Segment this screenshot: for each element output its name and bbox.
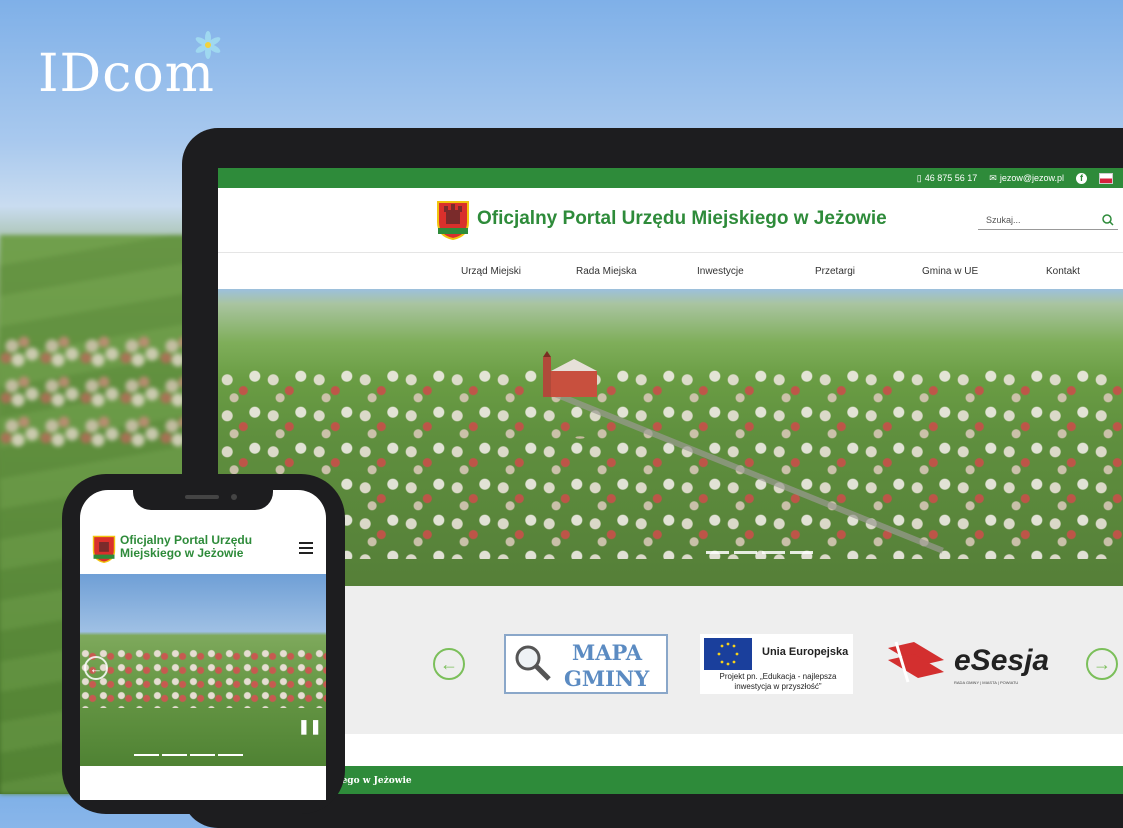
page-title[interactable]: Oficjalny Portal Urzędu Miejskiego w Jeż… bbox=[477, 208, 887, 230]
crest-icon bbox=[92, 535, 116, 563]
slider-dot[interactable] bbox=[190, 754, 215, 756]
unia-europejska-link[interactable]: Unia Europejska Projekt pn. „Edukacja - … bbox=[700, 634, 853, 694]
email-contact[interactable]: ✉ jezow@jezow.pl bbox=[989, 173, 1064, 184]
mapa-gminy-link[interactable]: MAPA GMINY bbox=[504, 634, 668, 694]
slider-dot[interactable] bbox=[706, 551, 729, 554]
idcom-logo: IDcom bbox=[38, 44, 215, 104]
footer-bar: Oficjalny Portal Urzędu Miejskiego w Jeż… bbox=[218, 766, 1123, 794]
facebook-icon[interactable]: f bbox=[1076, 172, 1087, 184]
mobile-icon: ▯ bbox=[916, 172, 922, 183]
phone-prev-button[interactable]: ← bbox=[84, 656, 108, 680]
links-carousel: ← MAPA GMINY Unia Europejska Projekt pn.… bbox=[218, 586, 1123, 734]
background-town bbox=[0, 330, 200, 450]
esesja-logo-icon bbox=[888, 641, 944, 683]
nav-item-kontakt[interactable]: Kontakt bbox=[1046, 266, 1080, 277]
search-input[interactable]: Szukaj... bbox=[978, 210, 1118, 230]
nav-item-urzad[interactable]: Urząd Miejski bbox=[461, 266, 576, 277]
slider-dot[interactable] bbox=[762, 551, 785, 554]
church-image bbox=[543, 351, 597, 397]
carousel-next-button[interactable]: → bbox=[1086, 648, 1118, 680]
search-icon[interactable] bbox=[1102, 213, 1114, 226]
top-bar: ▯ 46 875 56 17 ✉ jezow@jezow.pl f bbox=[218, 168, 1123, 188]
phone-page-title[interactable]: Oficjalny Portal Urzędu Miejskiego w Jeż… bbox=[120, 534, 280, 560]
hero-town-image bbox=[218, 369, 1123, 559]
hamburger-menu-icon[interactable] bbox=[299, 542, 313, 554]
phone-screen: Oficjalny Portal Urzędu Miejskiego w Jeż… bbox=[80, 490, 326, 800]
nav-item-przetargi[interactable]: Przetargi bbox=[815, 266, 922, 277]
crest-icon bbox=[437, 201, 469, 240]
slider-dot[interactable] bbox=[790, 551, 813, 554]
phone-header: Oficjalny Portal Urzędu Miejskiego w Jeż… bbox=[80, 524, 326, 574]
nav-item-rada[interactable]: Rada Miejska bbox=[576, 266, 697, 277]
polish-flag-icon[interactable] bbox=[1099, 172, 1113, 184]
slider-dot[interactable] bbox=[734, 551, 757, 554]
nav-item-inwestycje[interactable]: Inwestycje bbox=[697, 266, 815, 277]
carousel-prev-button[interactable]: ← bbox=[433, 648, 465, 680]
tablet-screen: ▯ 46 875 56 17 ✉ jezow@jezow.pl f Oficja… bbox=[218, 168, 1123, 794]
site-header: Oficjalny Portal Urzędu Miejskiego w Jeż… bbox=[218, 188, 1123, 253]
phone-notch bbox=[133, 486, 273, 510]
esesja-link[interactable]: eSesja RADA GMINY | MIASTA | POWIATU bbox=[884, 638, 1054, 694]
magnifier-icon bbox=[515, 645, 551, 681]
mail-icon: ✉ bbox=[989, 172, 997, 183]
slider-dots bbox=[706, 551, 813, 554]
main-nav: Urząd Miejski Rada Miejska Inwestycje Pr… bbox=[218, 253, 1123, 289]
nav-item-gmina-ue[interactable]: Gmina w UE bbox=[922, 266, 1046, 277]
phone-slider-dots bbox=[134, 754, 243, 756]
phone-hero-town-image bbox=[80, 648, 326, 708]
phone-contact[interactable]: ▯ 46 875 56 17 bbox=[917, 173, 978, 184]
slider-dot[interactable] bbox=[218, 754, 243, 756]
flower-icon bbox=[195, 31, 221, 59]
pause-icon[interactable]: ❚❚ bbox=[298, 718, 321, 735]
hero-slider[interactable] bbox=[218, 289, 1123, 586]
slider-dot[interactable] bbox=[162, 754, 187, 756]
phone-hero-slider[interactable]: ← ❚❚ bbox=[80, 574, 326, 766]
slider-dot[interactable] bbox=[134, 754, 159, 756]
eu-flag-icon bbox=[704, 638, 752, 670]
